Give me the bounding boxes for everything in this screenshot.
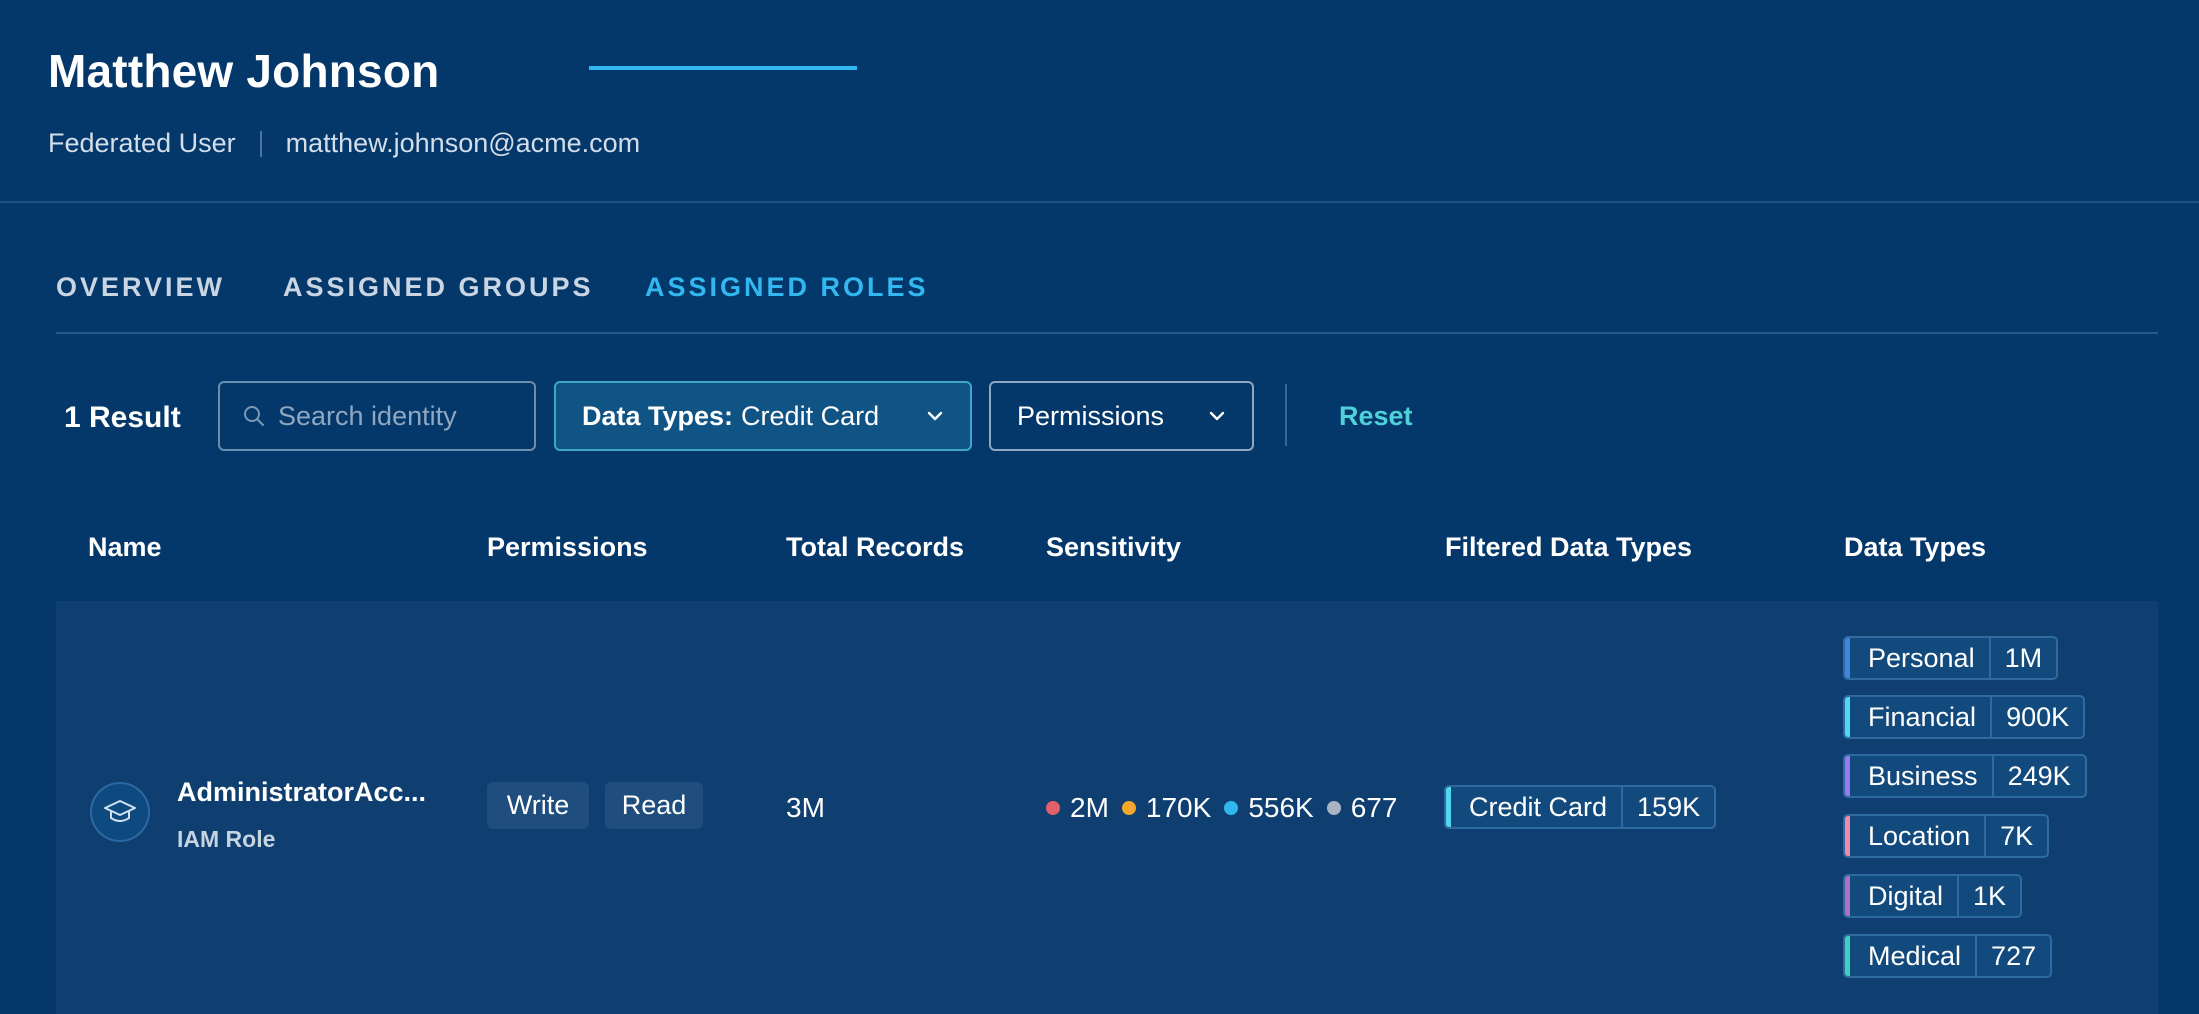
user-meta: Federated User matthew.johnson@acme.com: [48, 128, 640, 159]
reset-button[interactable]: Reset: [1339, 401, 1413, 432]
data-types-filter-dropdown[interactable]: Data Types: Credit Card: [554, 381, 972, 451]
data-type-tag-financial: Financial 900K: [1843, 695, 2086, 739]
tag-count: 1K: [1973, 880, 2007, 911]
column-header-total-records[interactable]: Total Records: [786, 532, 964, 563]
orange-dot-icon: [1121, 801, 1136, 815]
permission-chip-write: Write: [487, 782, 589, 829]
sensitivity-high-count: 170K: [1145, 792, 1212, 823]
tag-count: 7K: [2000, 820, 2034, 851]
permissions-filter-label: Permissions: [1017, 400, 1165, 431]
page-title: Matthew Johnson: [48, 45, 440, 97]
user-email: matthew.johnson@acme.com: [285, 128, 641, 158]
sensitivity-critical-count: 2M: [1070, 792, 1109, 823]
chevron-down-icon: [927, 411, 943, 421]
active-tab-indicator: [589, 66, 857, 70]
tag-label: Business: [1868, 760, 1978, 791]
data-type-tag-location: Location 7K: [1843, 814, 2050, 858]
tag-count: 727: [1991, 940, 2037, 971]
sensitivity-low: 677: [1326, 792, 1398, 824]
sensitivity-medium-count: 556K: [1248, 792, 1314, 823]
filtered-data-type-tag: Credit Card 159K: [1444, 785, 1717, 829]
tab-overview[interactable]: OVERVIEW: [56, 272, 225, 303]
tag-count: 159K: [1637, 791, 1701, 822]
sensitivity-critical: 2M: [1046, 792, 1109, 824]
identity-header: Matthew Johnson Federated User matthew.j…: [0, 0, 2199, 203]
column-header-sensitivity[interactable]: Sensitivity: [1046, 532, 1181, 563]
red-dot-icon: [1046, 801, 1060, 815]
tab-assigned-roles[interactable]: ASSIGNED ROLES: [645, 272, 929, 303]
tag-label: Location: [1868, 820, 1971, 851]
sensitivity-breakdown: 2M 170K 556K 677: [1046, 792, 1410, 824]
search-icon: [244, 406, 264, 426]
sensitivity-medium: 556K: [1224, 792, 1314, 824]
user-type: Federated User: [48, 128, 236, 158]
role-avatar: [90, 782, 150, 842]
sensitivity-high: 170K: [1121, 792, 1212, 824]
search-box[interactable]: [218, 381, 536, 451]
tag-count: 249K: [2007, 760, 2071, 791]
tag-label: Credit Card: [1469, 791, 1608, 822]
filter-divider: [1285, 384, 1287, 446]
data-type-tag-personal: Personal 1M: [1843, 636, 2059, 680]
gray-dot-icon: [1326, 801, 1341, 815]
data-type-tag-medical: Medical 727: [1843, 934, 2053, 978]
data-type-tag-digital: Digital 1K: [1843, 874, 2023, 918]
column-header-filtered-data-types[interactable]: Filtered Data Types: [1445, 532, 1692, 563]
data-types-filter-value: Credit Card: [741, 400, 880, 431]
total-records-value: 3M: [786, 792, 825, 823]
blue-dot-icon: [1224, 801, 1239, 815]
graduation-cap-icon: [104, 800, 136, 822]
tag-label: Medical: [1868, 940, 1962, 971]
permissions-filter-dropdown[interactable]: Permissions: [989, 381, 1254, 451]
role-name[interactable]: AdministratorAcc...: [177, 777, 426, 808]
tab-assigned-groups[interactable]: ASSIGNED GROUPS: [283, 272, 594, 303]
tag-label: Financial: [1868, 701, 1977, 732]
permission-chip-read: Read: [605, 782, 703, 829]
tag-label: Digital: [1868, 880, 1944, 911]
search-input[interactable]: [276, 399, 520, 433]
tab-bar: OVERVIEW ASSIGNED GROUPS ASSIGNED ROLES: [56, 262, 2158, 334]
chevron-down-icon: [1209, 411, 1225, 421]
tag-count: 1M: [2004, 642, 2043, 673]
tag-label: Personal: [1868, 642, 1975, 673]
role-type: IAM Role: [177, 826, 276, 852]
sensitivity-low-count: 677: [1350, 792, 1398, 823]
data-types-filter-label: Data Types:: [582, 400, 734, 431]
meta-divider: [259, 130, 262, 157]
column-header-name[interactable]: Name: [88, 532, 162, 563]
result-count: 1 Result: [64, 401, 181, 434]
column-header-data-types[interactable]: Data Types: [1844, 532, 1986, 563]
data-type-tag-business: Business 249K: [1843, 754, 2087, 798]
column-header-permissions[interactable]: Permissions: [487, 532, 648, 563]
tag-count: 900K: [2006, 701, 2070, 732]
